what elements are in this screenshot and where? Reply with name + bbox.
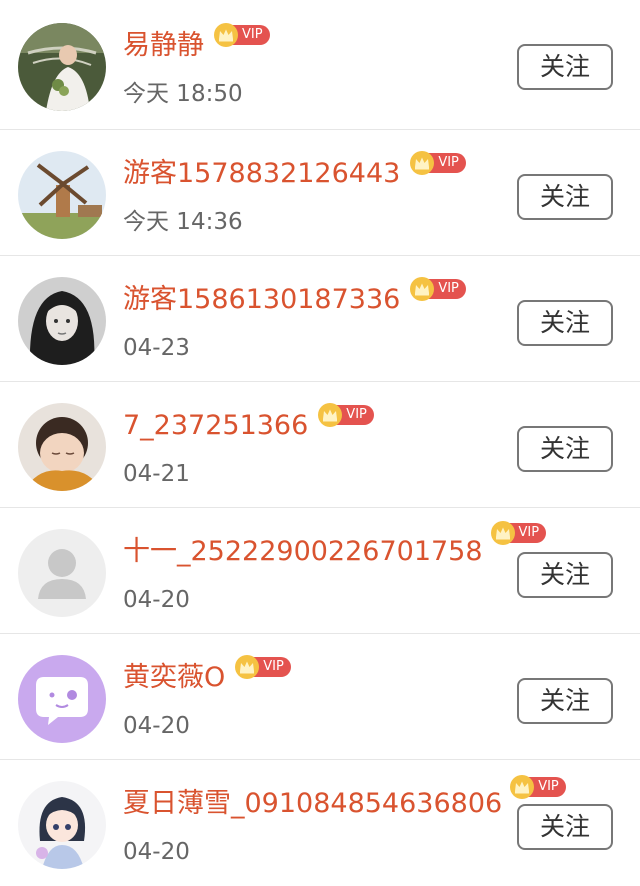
avatar[interactable] bbox=[18, 529, 106, 617]
name-row: 夏日薄雪_091084854636806 VIP bbox=[123, 775, 566, 824]
default-person-icon bbox=[18, 529, 106, 617]
user-name[interactable]: 7_237251366 bbox=[123, 406, 308, 446]
avatar[interactable] bbox=[18, 403, 106, 491]
vip-badge: VIP bbox=[510, 775, 566, 799]
name-row: 游客1578832126443 VIP bbox=[123, 151, 466, 194]
list-item[interactable]: 易静静 VIP 今天 18:50 关注 bbox=[0, 0, 640, 130]
crown-icon bbox=[510, 775, 535, 799]
avatar[interactable] bbox=[18, 151, 106, 239]
list-item[interactable]: 夏日薄雪_091084854636806 VIP 04-20 关注 bbox=[0, 760, 640, 886]
timestamp: 04-20 bbox=[123, 839, 190, 865]
user-name[interactable]: 游客1586130187336 bbox=[123, 280, 400, 320]
chat-face-icon bbox=[18, 655, 106, 743]
name-row: 7_237251366 VIP bbox=[123, 403, 374, 446]
list-item[interactable]: 游客1578832126443 VIP 今天 14:36 关注 bbox=[0, 130, 640, 256]
user-name[interactable]: 十一_25222900226701758 bbox=[123, 532, 483, 572]
crown-icon bbox=[410, 151, 435, 175]
follow-button[interactable]: 关注 bbox=[517, 300, 613, 346]
user-name[interactable]: 黄奕薇O bbox=[123, 658, 225, 698]
list-item[interactable]: 十一_25222900226701758 VIP 04-20 关注 bbox=[0, 508, 640, 634]
list-item[interactable]: 游客1586130187336 VIP 04-23 关注 bbox=[0, 256, 640, 382]
follow-button[interactable]: 关注 bbox=[517, 426, 613, 472]
follow-button[interactable]: 关注 bbox=[517, 552, 613, 598]
vip-badge: VIP bbox=[214, 23, 270, 47]
vip-badge: VIP bbox=[410, 277, 466, 301]
avatar[interactable] bbox=[18, 277, 106, 365]
name-row: 十一_25222900226701758 VIP bbox=[123, 521, 547, 572]
follow-button[interactable]: 关注 bbox=[517, 678, 613, 724]
crown-icon bbox=[214, 23, 238, 47]
crown-icon bbox=[410, 277, 435, 301]
crown-icon bbox=[318, 403, 343, 427]
timestamp: 04-23 bbox=[123, 335, 190, 361]
crown-icon bbox=[490, 521, 515, 545]
name-row: 游客1586130187336 VIP bbox=[123, 277, 466, 320]
name-row: 黄奕薇O VIP bbox=[123, 655, 291, 698]
vip-badge: VIP bbox=[235, 655, 291, 679]
list-item[interactable]: 7_237251366 VIP 04-21 关注 bbox=[0, 382, 640, 508]
timestamp: 04-21 bbox=[123, 461, 190, 487]
list-item[interactable]: 黄奕薇O VIP 04-20 关注 bbox=[0, 634, 640, 760]
avatar[interactable] bbox=[18, 781, 106, 869]
timestamp: 今天 14:36 bbox=[123, 209, 243, 235]
follow-button[interactable]: 关注 bbox=[517, 174, 613, 220]
vip-badge: VIP bbox=[318, 403, 374, 427]
timestamp: 04-20 bbox=[123, 587, 190, 613]
timestamp: 04-20 bbox=[123, 713, 190, 739]
user-name[interactable]: 易静静 bbox=[123, 26, 204, 66]
name-row: 易静静 VIP bbox=[123, 23, 270, 66]
follower-list: 易静静 VIP 今天 18:50 关注 游客1578832126443 VIP … bbox=[0, 0, 640, 876]
crown-icon bbox=[235, 655, 260, 679]
avatar[interactable] bbox=[18, 23, 106, 111]
follow-button[interactable]: 关注 bbox=[517, 44, 613, 90]
user-name[interactable]: 夏日薄雪_091084854636806 bbox=[123, 784, 502, 824]
follow-button[interactable]: 关注 bbox=[517, 804, 613, 850]
vip-badge: VIP bbox=[410, 151, 466, 175]
avatar[interactable] bbox=[18, 655, 106, 743]
vip-badge: VIP bbox=[490, 521, 547, 545]
user-name[interactable]: 游客1578832126443 bbox=[123, 154, 400, 194]
timestamp: 今天 18:50 bbox=[123, 81, 243, 107]
